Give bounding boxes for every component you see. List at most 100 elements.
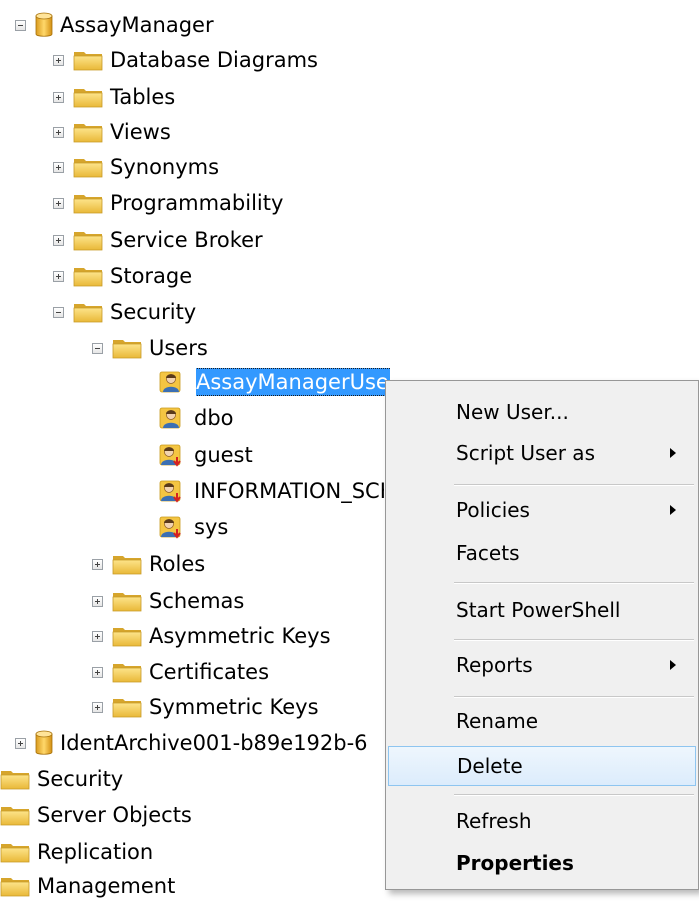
menu-item-rename[interactable]: Rename [388,702,696,740]
tree-node-asymmetric-keys[interactable]: Asymmetric Keys [92,621,331,651]
tree-node-label: Programmability [110,191,284,215]
folder-icon [112,696,142,718]
expand-icon[interactable] [53,54,64,66]
tree-node-user-information-schema[interactable]: INFORMATION_SCHEMA [158,476,384,506]
folder-icon [73,301,103,323]
expand-icon[interactable] [15,737,26,749]
tree-node-label: dbo [194,406,234,430]
menu-item-start-powershell[interactable]: Start PowerShell [388,591,696,629]
context-menu: New User... Script User as Policies Face… [385,380,699,890]
tree-node-label: Views [110,120,171,144]
tree-node-label: sys [194,515,229,539]
tree-node-storage[interactable]: Storage [53,261,192,291]
expand-icon[interactable] [92,701,103,713]
tree-node-label: IdentArchive001-b89e192b-6 [60,731,368,755]
expand-icon[interactable] [53,270,64,282]
folder-icon [0,841,30,863]
folder-icon [73,49,103,71]
tree-node-views[interactable]: Views [53,117,171,147]
menu-item-new-user[interactable]: New User... [388,393,696,431]
submenu-arrow-icon [670,505,676,515]
tree-node-programmability[interactable]: Programmability [53,188,283,218]
tree-node-label: Management [37,874,176,898]
menu-item-properties[interactable]: Properties [388,844,696,882]
tree-node-certificates[interactable]: Certificates [92,657,269,687]
tree-node-label: Asymmetric Keys [149,624,331,648]
folder-icon [0,804,30,826]
menu-item-refresh[interactable]: Refresh [388,802,696,840]
user-disabled-icon [158,478,184,504]
user-disabled-icon [158,514,184,540]
tree-node-label: Security [37,767,124,791]
tree-node-service-broker[interactable]: Service Broker [53,225,263,255]
tree-node-synonyms[interactable]: Synonyms [53,152,219,182]
tree-node-identarchive[interactable]: IdentArchive001-b89e192b-6 [15,728,368,758]
tree-node-roles[interactable]: Roles [92,549,205,579]
folder-icon [73,156,103,178]
expand-icon[interactable] [92,666,103,678]
tree-node-users[interactable]: Users [92,333,208,363]
folder-icon [112,661,142,683]
menu-item-delete[interactable]: Delete [388,746,696,786]
folder-icon [112,337,142,359]
collapse-icon[interactable] [92,342,103,354]
expand-icon[interactable] [53,161,64,173]
tree-node-label: Database Diagrams [110,48,318,72]
tree-node-server-security[interactable]: Security [0,764,123,794]
tree-node-label: Storage [110,264,193,288]
tree-node-user-dbo[interactable]: dbo [158,403,234,433]
tree-node-label: Server Objects [37,803,192,827]
menu-item-script-user-as[interactable]: Script User as [388,434,696,472]
user-icon [158,369,184,395]
submenu-arrow-icon [670,660,676,670]
tree-node-replication[interactable]: Replication [0,837,153,867]
tree-node-security[interactable]: Security [53,297,196,327]
menu-separator [454,484,694,486]
expand-icon[interactable] [53,197,64,209]
tree-node-management[interactable]: Management [0,871,175,901]
expand-icon[interactable] [53,234,64,246]
tree-node-schemas[interactable]: Schemas [92,586,244,616]
tree-node-label: Security [110,300,197,324]
database-icon [35,12,53,38]
tree-node-tables[interactable]: Tables [53,82,175,112]
tree-node-label: Schemas [149,589,245,613]
collapse-icon[interactable] [53,306,64,318]
expand-icon[interactable] [53,126,64,138]
tree-node-symmetric-keys[interactable]: Symmetric Keys [92,692,319,722]
tree-node-label: AssayManager [60,13,214,37]
menu-separator [454,582,694,584]
menu-item-facets[interactable]: Facets [388,534,696,572]
expand-icon[interactable] [53,91,64,103]
expand-icon[interactable] [92,595,103,607]
tree-node-user-selected[interactable] [158,367,194,397]
folder-icon [73,265,103,287]
tree-node-database-diagrams[interactable]: Database Diagrams [53,45,318,75]
user-disabled-icon [158,442,184,468]
folder-icon [0,875,30,897]
menu-item-policies[interactable]: Policies [388,491,696,529]
tree-node-label-selected[interactable]: AssayManagerUser [196,368,390,396]
folder-icon [0,768,30,790]
folder-icon [73,121,103,143]
menu-item-reports[interactable]: Reports [388,646,696,684]
submenu-arrow-icon [670,448,676,458]
tree-node-label: INFORMATION_SCHEMA [194,479,384,503]
tree-node-label: Symmetric Keys [149,695,319,719]
tree-node-user-sys[interactable]: sys [158,512,228,542]
expand-icon[interactable] [92,630,103,642]
tree-node-label: Certificates [149,660,270,684]
expand-icon[interactable] [92,558,103,570]
tree-node-label: Synonyms [110,155,220,179]
tree-node-user-guest[interactable]: guest [158,440,253,470]
menu-separator [454,696,694,698]
folder-icon [73,86,103,108]
tree-node-assaymanager[interactable]: AssayManager [15,10,214,40]
database-icon [35,730,53,756]
tree-node-label: Users [149,336,208,360]
tree-node-server-objects[interactable]: Server Objects [0,800,192,830]
collapse-icon[interactable] [15,19,26,31]
folder-icon [73,192,103,214]
folder-icon [112,590,142,612]
user-icon [158,405,184,431]
